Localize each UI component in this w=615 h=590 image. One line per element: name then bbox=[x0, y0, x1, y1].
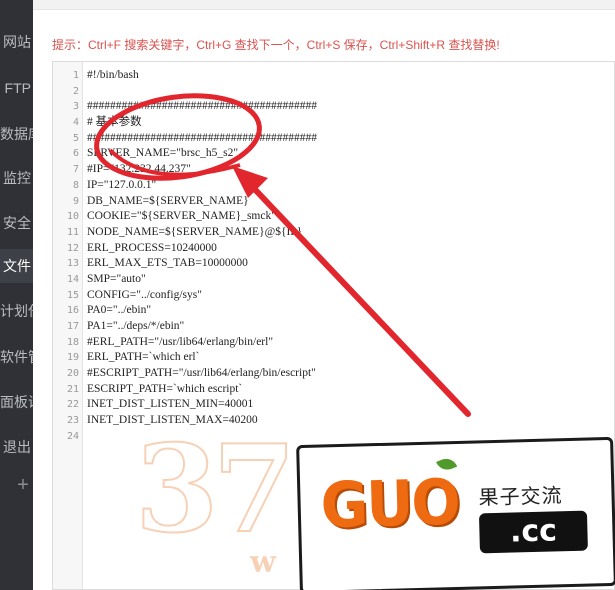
code-line[interactable]: 4 # 基本参数 bbox=[53, 115, 614, 131]
line-number: 22 bbox=[66, 399, 79, 411]
sidebar: 网站 FTP 数据库 监控 安全 文件 计划任务 软件管理 面板设置 退出 + bbox=[0, 0, 33, 590]
code-line[interactable]: 8 IP="127.0.0.1" bbox=[53, 178, 614, 194]
line-number: 7 bbox=[72, 164, 79, 176]
code-line[interactable]: 3 #######################################… bbox=[53, 99, 614, 115]
line-number: 18 bbox=[66, 336, 79, 348]
code-line[interactable]: 19 ERL_PATH=`which erl` bbox=[53, 350, 614, 366]
code-line[interactable]: 21 ESCRIPT_PATH=`which escript` bbox=[53, 382, 614, 398]
code-text[interactable]: ERL_PROCESS=10240000 bbox=[87, 241, 217, 257]
line-number: 24 bbox=[66, 430, 79, 442]
sidebar-item-label: 退出 bbox=[3, 439, 31, 455]
line-number: 13 bbox=[66, 258, 79, 270]
sidebar-item-label: 安全 bbox=[3, 215, 31, 231]
logo-brand-text: GUO bbox=[319, 465, 460, 543]
site-logo: GUO 果子交流 .cc bbox=[296, 436, 615, 590]
code-text[interactable]: DB_NAME=${SERVER_NAME} bbox=[87, 194, 249, 210]
line-number: 12 bbox=[66, 242, 79, 254]
code-line[interactable]: 20 #ESCRIPT_PATH="/usr/lib64/erlang/bin/e… bbox=[53, 366, 614, 382]
line-number: 5 bbox=[72, 132, 79, 144]
line-number: 1 bbox=[72, 70, 79, 81]
line-number: 16 bbox=[66, 305, 79, 317]
sidebar-item-cron[interactable]: 计划任务 bbox=[0, 294, 33, 328]
logo-tld-badge: .cc bbox=[478, 510, 588, 554]
code-line[interactable]: 12 ERL_PROCESS=10240000 bbox=[53, 241, 614, 257]
code-line[interactable]: 1 #!/bin/bash bbox=[53, 68, 614, 84]
watermark-letter: w bbox=[250, 545, 276, 580]
code-text[interactable]: COOKIE="${SERVER_NAME}_smck" bbox=[87, 209, 276, 225]
sidebar-item-label: 文件 bbox=[3, 258, 31, 274]
code-line[interactable]: 9 DB_NAME=${SERVER_NAME} bbox=[53, 194, 614, 210]
sidebar-item-monitor[interactable]: 监控 bbox=[0, 161, 33, 195]
line-number: 4 bbox=[72, 117, 79, 129]
code-line[interactable]: 16 PA0="../ebin" bbox=[53, 303, 614, 319]
code-line[interactable]: 5 #######################################… bbox=[53, 131, 614, 147]
code-text[interactable]: INET_DIST_LISTEN_MIN=40001 bbox=[87, 397, 253, 413]
code-line[interactable]: 10 COOKIE="${SERVER_NAME}_smck" bbox=[53, 209, 614, 225]
line-number: 10 bbox=[66, 211, 79, 223]
code-text[interactable]: #ESCRIPT_PATH="/usr/lib64/erlang/bin/esc… bbox=[87, 366, 316, 382]
code-text[interactable]: ESCRIPT_PATH=`which escript` bbox=[87, 382, 242, 398]
code-text[interactable]: #ERL_PATH="/usr/lib64/erlang/bin/erl" bbox=[87, 335, 273, 351]
sidebar-item-files[interactable]: 文件 bbox=[0, 249, 33, 283]
sidebar-item-software[interactable]: 软件管理 bbox=[0, 340, 33, 374]
line-number: 9 bbox=[72, 195, 79, 207]
line-number: 2 bbox=[72, 85, 79, 97]
code-text[interactable]: SMP="auto" bbox=[87, 272, 146, 288]
sidebar-item-label: 监控 bbox=[3, 170, 31, 186]
code-line[interactable]: 6 SERVER_NAME="brsc_h5_s2" bbox=[53, 146, 614, 162]
code-text[interactable]: SERVER_NAME="brsc_h5_s2" bbox=[87, 146, 238, 162]
sidebar-item-security[interactable]: 安全 bbox=[0, 206, 33, 240]
code-line[interactable]: 15 CONFIG="../config/sys" bbox=[53, 288, 614, 304]
logo-chinese-text: 果子交流 bbox=[478, 483, 563, 510]
sidebar-item-label: 面板设置 bbox=[0, 394, 33, 410]
shortcut-hint: 提示：Ctrl+F 搜索关键字，Ctrl+G 查找下一个，Ctrl+S 保存，C… bbox=[52, 38, 500, 52]
line-number: 20 bbox=[66, 368, 79, 380]
code-line[interactable]: 18 #ERL_PATH="/usr/lib64/erlang/bin/erl" bbox=[53, 335, 614, 351]
code-line[interactable]: 14 SMP="auto" bbox=[53, 272, 614, 288]
code-text[interactable]: ERL_PATH=`which erl` bbox=[87, 350, 199, 366]
top-bar bbox=[33, 0, 615, 10]
sidebar-item-label: FTP bbox=[4, 80, 31, 96]
plus-icon[interactable]: + bbox=[16, 475, 30, 495]
line-number: 17 bbox=[66, 321, 79, 332]
code-text[interactable]: IP="127.0.0.1" bbox=[87, 178, 156, 194]
code-line[interactable]: 13 ERL_MAX_ETS_TAB=10000000 bbox=[53, 256, 614, 272]
code-lines: 1 #!/bin/bash 2 3 ##########################… bbox=[53, 68, 614, 445]
sidebar-item-panel-settings[interactable]: 面板设置 bbox=[0, 385, 33, 419]
sidebar-item-website[interactable]: 网站 bbox=[0, 25, 33, 59]
sidebar-item-database[interactable]: 数据库 bbox=[0, 117, 33, 151]
code-line[interactable]: 2 bbox=[53, 84, 614, 100]
code-text[interactable]: ######################################## bbox=[87, 131, 317, 147]
sidebar-item-ftp[interactable]: FTP bbox=[0, 71, 33, 105]
sidebar-item-label: 计划任务 bbox=[0, 303, 33, 319]
code-text[interactable]: NODE_NAME=${SERVER_NAME}@${IP} bbox=[87, 225, 302, 241]
code-line[interactable]: 22 INET_DIST_LISTEN_MIN=40001 bbox=[53, 397, 614, 413]
line-number: 6 bbox=[72, 148, 79, 160]
line-number: 11 bbox=[66, 226, 79, 238]
sidebar-item-label: 软件管理 bbox=[0, 349, 33, 365]
code-text[interactable]: CONFIG="../config/sys" bbox=[87, 288, 202, 304]
line-number: 19 bbox=[66, 352, 79, 364]
code-text[interactable]: #!/bin/bash bbox=[87, 68, 139, 84]
line-number: 23 bbox=[66, 415, 79, 427]
line-number: 8 bbox=[72, 179, 79, 191]
line-number: 21 bbox=[66, 383, 79, 395]
line-number: 15 bbox=[66, 289, 79, 301]
line-number: 14 bbox=[66, 273, 79, 285]
sidebar-item-label: 网站 bbox=[3, 34, 31, 50]
sidebar-item-label: 数据库 bbox=[0, 126, 33, 142]
line-number: 3 bbox=[72, 101, 79, 113]
code-text[interactable]: #IP="132.232.44.237" bbox=[87, 162, 191, 178]
watermark-digits: 37 bbox=[134, 419, 297, 560]
code-line[interactable]: 11 NODE_NAME=${SERVER_NAME}@${IP} bbox=[53, 225, 614, 241]
code-text[interactable]: ######################################## bbox=[87, 99, 317, 115]
code-line[interactable]: 17 PA1="../deps/*/ebin" bbox=[53, 319, 614, 335]
code-text[interactable]: ERL_MAX_ETS_TAB=10000000 bbox=[87, 256, 248, 272]
code-text[interactable]: PA1="../deps/*/ebin" bbox=[87, 319, 184, 335]
code-line[interactable]: 7 #IP="132.232.44.237" bbox=[53, 162, 614, 178]
sidebar-item-logout[interactable]: 退出 bbox=[0, 430, 33, 464]
code-text[interactable]: # 基本参数 bbox=[87, 115, 142, 131]
code-text[interactable]: PA0="../ebin" bbox=[87, 303, 151, 319]
